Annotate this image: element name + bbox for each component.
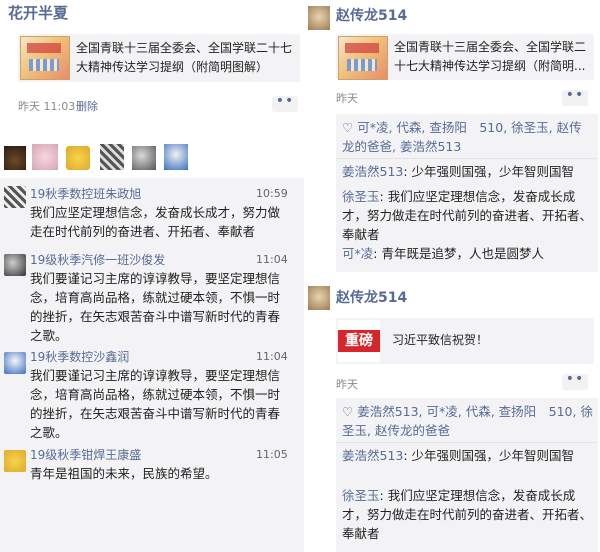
comment-time: 10:59 — [256, 187, 288, 200]
left-delete-link[interactable]: 删除 — [76, 98, 98, 114]
right-top-share-thumbnail — [338, 36, 388, 80]
comment-author[interactable]: 19秋季数控沙鑫润 — [30, 349, 129, 365]
comment-author[interactable]: 19秋季数控班朱政旭 — [30, 186, 141, 202]
right-bottom-more-icon[interactable]: •• — [562, 372, 588, 390]
comment-text: 少年强则国强，少年智则国智 — [411, 448, 575, 463]
right-bottom-poster-name[interactable]: 赵传龙514 — [336, 288, 407, 308]
right-top-likes-divider — [336, 158, 598, 159]
right-bottom-post-time: 昨天 — [336, 378, 358, 391]
avatar-icon[interactable] — [4, 254, 26, 276]
comment-text: 我们要谨记习主席的谆谆教导，要坚定理想信念，培育高尚品格，练就过硬本领，不惧一时… — [30, 368, 281, 440]
avatar-icon[interactable] — [4, 146, 26, 170]
avatar-icon[interactable] — [308, 286, 330, 310]
right-top-share-title: 全国青联十三届全委会、全国学联二十七大精神传达学习提纲（附简明... — [394, 40, 587, 73]
right-top-likers[interactable]: 可*凌, 代森, 查扬阳 510, 徐圣玉, 赵传龙的爸爸, 姜浩然513 — [342, 120, 582, 154]
left-post-time: 昨天 11:03 — [18, 100, 76, 113]
left-shared-link[interactable]: 全国青联十三届全委会、全国学联二十七大精神传达学习提纲（附简明图解） — [18, 34, 300, 82]
comment-author[interactable]: 徐圣玉 — [342, 488, 380, 503]
right-bottom-share-title: 习近平致信祝贺！ — [392, 333, 489, 347]
comment-text: 青年是祖国的未来，民族的希望。 — [30, 466, 218, 481]
avatar-icon[interactable] — [32, 144, 58, 170]
comment-text: 少年强则国强，少年智则国智 — [411, 164, 575, 179]
heart-icon: ♡ — [342, 120, 358, 135]
right-bottom-share-thumbnail: 重磅 — [338, 320, 380, 362]
right-bottom-likes-divider — [336, 442, 598, 443]
comment-item[interactable]: 徐圣玉: 我们应坚定理想信念，发奋成长成才，努力做走在时代前列的奋进者、开拓者、… — [342, 486, 594, 543]
heart-icon: ♡ — [342, 404, 358, 419]
comment-author[interactable]: 姜浩然513 — [342, 164, 403, 179]
comment-time: 11:05 — [256, 448, 288, 461]
avatar-icon[interactable] — [132, 146, 156, 170]
comment-time: 11:04 — [256, 253, 288, 266]
comment-item[interactable]: 姜浩然513: 少年强则国强，少年智则国智 — [342, 446, 594, 465]
left-share-thumbnail — [20, 36, 70, 80]
comment-author[interactable]: 徐圣玉 — [342, 189, 380, 204]
comment-author[interactable]: 19级秋季汽修一班沙俊发 — [30, 252, 165, 268]
left-more-icon[interactable]: •• — [272, 94, 298, 112]
comment-author[interactable]: 姜浩然513 — [342, 448, 403, 463]
comment-text: 我们应坚定理想信念，发奋成长成才，努力做走在时代前列的奋进者、开拓者、奉献者 — [30, 205, 281, 239]
right-bottom-moment-panel: 赵传龙514 重磅 习近平致信祝贺！ 昨天 •• ♡ 姜浩然513, 可*凌, … — [304, 280, 600, 552]
left-poster-name[interactable]: 花开半夏 — [8, 3, 68, 23]
comment-text: 青年既是追梦，人也是圆梦人 — [381, 246, 544, 261]
right-top-moment-panel: 赵传龙514 全国青联十三届全委会、全国学联二十七大精神传达学习提纲（附简明..… — [304, 0, 600, 276]
comment-item[interactable]: 可*凌: 青年既是追梦，人也是圆梦人 — [342, 244, 594, 263]
right-bottom-likes: ♡ 姜浩然513, 可*凌, 代森, 查扬阳 510, 徐圣玉, 赵传龙的爸爸 — [342, 402, 594, 440]
left-share-title: 全国青联十三届全委会、全国学联二十七大精神传达学习提纲（附简明图解） — [76, 41, 293, 74]
avatar-icon[interactable] — [4, 450, 26, 472]
right-top-more-icon[interactable]: •• — [562, 88, 588, 106]
avatar-icon[interactable] — [100, 144, 124, 170]
right-top-poster-name[interactable]: 赵传龙514 — [336, 6, 407, 26]
comment-text: 我们应坚定理想信念，发奋成长成才，努力做走在时代前列的奋进者、开拓者、奉献者 — [342, 488, 593, 541]
right-top-likes: ♡ 可*凌, 代森, 查扬阳 510, 徐圣玉, 赵传龙的爸爸, 姜浩然513 — [342, 118, 594, 156]
comment-time: 11:04 — [256, 350, 288, 363]
left-like-avatars — [0, 144, 304, 174]
comment-author[interactable]: 可*凌 — [342, 246, 373, 261]
comment-item[interactable]: 徐圣玉: 我们应坚定理想信念，发奋成长成才，努力做走在时代前列的奋进者、开拓者、… — [342, 187, 594, 244]
right-top-shared-link[interactable]: 全国青联十三届全委会、全国学联二十七大精神传达学习提纲（附简明... — [336, 34, 594, 80]
avatar-icon[interactable] — [164, 144, 188, 170]
comment-author[interactable]: 19级秋季钳焊王康盛 — [30, 447, 141, 463]
comment-text: 我们要谨记习主席的谆谆教导，要坚定理想信念，培育高尚品格，练就过硬本领，不惧一时… — [30, 271, 281, 343]
left-moment-panel: 花开半夏 全国青联十三届全委会、全国学联二十七大精神传达学习提纲（附简明图解） … — [0, 0, 304, 552]
comment-text: 我们应坚定理想信念，发奋成长成才，努力做走在时代前列的奋进者、开拓者、奉献者 — [342, 189, 593, 242]
avatar-icon[interactable] — [4, 352, 26, 374]
headline-badge: 重磅 — [338, 330, 380, 352]
right-top-post-time: 昨天 — [336, 92, 358, 105]
avatar-icon[interactable] — [66, 146, 90, 170]
avatar-icon[interactable] — [4, 186, 26, 208]
right-bottom-likers[interactable]: 姜浩然513, 可*凌, 代森, 查扬阳 510, 徐圣玉, 赵传龙的爸爸 — [342, 404, 593, 438]
right-bottom-shared-link[interactable]: 重磅 习近平致信祝贺！ — [336, 318, 594, 364]
comment-item[interactable]: 姜浩然513: 少年强则国强，少年智则国智 — [342, 162, 594, 181]
avatar-icon[interactable] — [308, 6, 330, 30]
